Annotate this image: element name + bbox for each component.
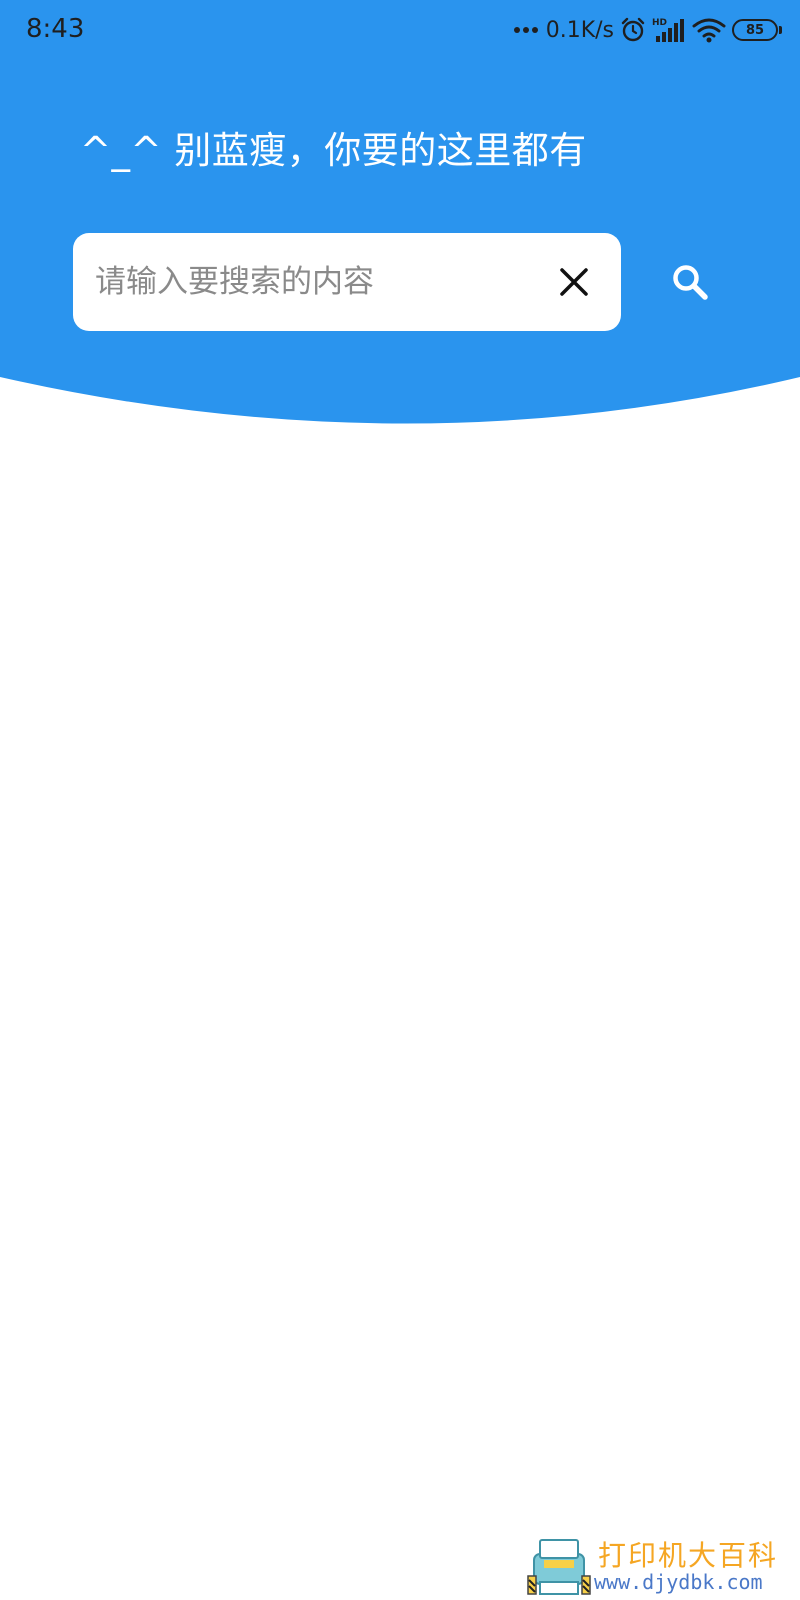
wifi-icon [692, 18, 726, 43]
status-time: 8:43 [26, 14, 85, 44]
app-screen: 8:43 0.1K/s HD 85 ^_^ 别蓝瘦，你要的这里都有 请输入要搜索… [0, 0, 800, 1600]
header-slogan: ^_^ 别蓝瘦，你要的这里都有 [80, 129, 587, 172]
hd-signal-icon: HD [652, 18, 684, 42]
search-input[interactable] [95, 233, 515, 331]
clear-button[interactable] [551, 259, 597, 305]
svg-text:HD: HD [652, 18, 667, 28]
search-box [73, 233, 621, 331]
status-bar: 8:43 0.1K/s HD 85 [0, 0, 800, 60]
alarm-icon [621, 17, 645, 42]
results-area [0, 440, 800, 1500]
watermark-url: www.djydbk.com [594, 1570, 763, 1594]
header-background [0, 0, 800, 424]
printer-logo-icon [527, 1539, 591, 1595]
search-button[interactable] [666, 258, 714, 306]
network-speed: 0.1K/s [545, 17, 614, 43]
status-indicators: 0.1K/s HD 85 [513, 12, 782, 48]
watermark-text: 打印机大百科 [598, 1539, 779, 1572]
more-dots-icon [513, 27, 538, 33]
battery-icon: 85 [732, 19, 782, 41]
search-icon [673, 265, 708, 300]
watermark: 打印机大百科 www.djydbk.com [518, 1532, 796, 1598]
close-icon [560, 268, 588, 296]
